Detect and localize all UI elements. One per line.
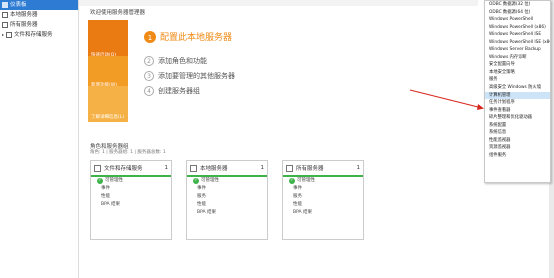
annotation-arrow [409, 89, 484, 110]
card-row-events[interactable]: 事件 [187, 185, 267, 193]
servers-icon [2, 22, 8, 28]
sidebar-item-local-server[interactable]: 本地服务器 [0, 10, 78, 20]
status-label: 可管理性 [201, 178, 219, 183]
arrow-line [409, 89, 483, 109]
menu-item-local-security-policy[interactable]: 本地安全策略 [485, 69, 550, 77]
card-row-services[interactable]: 服务 [187, 193, 267, 201]
step-link[interactable]: 配置此本地服务器 [160, 30, 232, 43]
menu-item-odbc-64[interactable]: ODBC 数据源(64 位) [485, 9, 550, 17]
quick-start-tab[interactable]: 快速启动(Q) [88, 20, 128, 60]
card-row-services[interactable]: 服务 [283, 193, 363, 201]
menu-item-powershell[interactable]: Windows PowerShell [485, 16, 550, 24]
menu-item-defrag[interactable]: 碎片整理和优化驱动器 [485, 114, 550, 122]
menu-item-powershell-x86[interactable]: Windows PowerShell (x86) [485, 24, 550, 32]
server-icon [190, 164, 197, 172]
menu-item-event-viewer[interactable]: 事件查看器 [485, 107, 550, 115]
menu-item-powershell-ise[interactable]: Windows PowerShell ISE [485, 31, 550, 39]
step-number: 3 [144, 71, 154, 81]
servers-icon [286, 164, 293, 172]
card-row-events[interactable]: 事件 [283, 185, 363, 193]
step-add-servers[interactable]: 3 添加要管理的其他服务器 [144, 71, 235, 81]
sidebar-item-label: 仪表板 [10, 2, 27, 8]
menu-item-system-info[interactable]: 系统信息 [485, 129, 550, 137]
card-row-bpa[interactable]: BPA 结果 [91, 201, 171, 209]
menu-item-firewall[interactable]: 高级安全 Windows 防火墙 [485, 84, 550, 92]
menu-item-performance-monitor[interactable]: 性能监视器 [485, 137, 550, 145]
dashboard-icon [2, 2, 8, 8]
menu-item-services[interactable]: 服务 [485, 76, 550, 84]
card-row-bpa[interactable]: BPA 结果 [283, 209, 363, 217]
whats-new-tab[interactable]: 新增功能(W) [88, 56, 128, 90]
arrow-head [477, 104, 484, 110]
step-number: 2 [144, 56, 154, 66]
manageability-row[interactable]: ✓ 可管理性 [283, 177, 363, 185]
menu-item-task-scheduler[interactable]: 任务计划程序 [485, 99, 550, 107]
step-configure-local-server[interactable]: 1 配置此本地服务器 [144, 30, 232, 43]
manageability-row[interactable]: ✓ 可管理性 [91, 177, 171, 185]
menu-item-memory-diagnostic[interactable]: Windows 内存诊断 [485, 54, 550, 62]
card-count: 1 [356, 165, 361, 171]
card-count: 1 [260, 165, 265, 171]
card-count: 1 [164, 165, 169, 171]
sidebar-item-label: 本地服务器 [10, 12, 38, 18]
server-icon [2, 12, 8, 18]
menu-item-odbc-32[interactable]: ODBC 数据源(32 位) [485, 1, 550, 9]
step-link[interactable]: 添加要管理的其他服务器 [158, 71, 235, 81]
storage-icon [6, 32, 13, 38]
header-bar [78, 0, 478, 6]
step-number: 1 [144, 30, 156, 43]
menu-item-system-config[interactable]: 系统配置 [485, 122, 550, 130]
card-title: 本地服务器 [200, 166, 228, 172]
role-card-file-storage[interactable]: 文件和存储服务 1 ✓ 可管理性 事件 性能 BPA 结果 [90, 160, 172, 240]
sidebar-item-label: 所有服务器 [10, 22, 38, 28]
menu-item-computer-management[interactable]: 计算机管理 [485, 91, 550, 100]
card-row-performance[interactable]: 性能 [283, 201, 363, 209]
card-header: 文件和存储服务 1 [91, 161, 171, 177]
menu-item-server-backup[interactable]: Windows Server Backup [485, 46, 550, 54]
storage-icon [94, 164, 101, 172]
welcome-tile: 快速启动(Q) 新增功能(W) 了解详细信息(L) 1 配置此本地服务器 2 添… [88, 20, 448, 124]
sidebar-item-all-servers[interactable]: 所有服务器 [0, 20, 78, 30]
tools-dropdown-menu: ODBC 数据源(32 位) ODBC 数据源(64 位) Windows Po… [484, 0, 551, 183]
menu-item-resource-monitor[interactable]: 资源监视器 [485, 144, 550, 152]
card-header: 本地服务器 1 [187, 161, 267, 177]
menu-item-component-services[interactable]: 组件服务 [485, 152, 550, 160]
page-title: 欢迎使用服务器管理器 [90, 10, 146, 16]
card-row-performance[interactable]: 性能 [187, 201, 267, 209]
card-row-events[interactable]: 事件 [91, 185, 171, 193]
check-icon: ✓ [289, 178, 295, 184]
role-card-local-server[interactable]: 本地服务器 1 ✓ 可管理性 事件 服务 性能 BPA 结果 [186, 160, 268, 240]
sidebar-item-dashboard[interactable]: 仪表板 [0, 0, 78, 10]
step-link[interactable]: 添加角色和功能 [158, 56, 207, 66]
card-row-performance[interactable]: 性能 [91, 193, 171, 201]
step-link[interactable]: 创建服务器组 [158, 86, 200, 96]
menu-item-security-wizard[interactable]: 安全配置向导 [485, 61, 550, 69]
learn-more-tab[interactable]: 了解详细信息(L) [88, 86, 128, 122]
check-icon: ✓ [97, 178, 103, 184]
chevron-right-icon: ▸ [2, 32, 5, 37]
status-label: 可管理性 [105, 178, 123, 183]
status-label: 可管理性 [297, 178, 315, 183]
card-row-bpa[interactable]: BPA 结果 [187, 209, 267, 217]
menu-item-powershell-ise-x86[interactable]: Windows PowerShell ISE (x86) [485, 39, 550, 47]
learn-more-label: 了解详细信息(L) [91, 115, 125, 120]
sidebar-item-label: 文件和存储服务 [14, 32, 53, 38]
roles-section-subtitle: 角色: 1 | 服务器组: 1 | 服务器总数: 1 [90, 150, 166, 155]
role-card-all-servers[interactable]: 所有服务器 1 ✓ 可管理性 事件 服务 性能 BPA 结果 [282, 160, 364, 240]
card-title: 文件和存储服务 [104, 166, 143, 172]
card-title: 所有服务器 [296, 166, 324, 172]
check-icon: ✓ [193, 178, 199, 184]
step-number: 4 [144, 86, 154, 96]
card-header: 所有服务器 1 [283, 161, 363, 177]
sidebar-item-file-storage[interactable]: ▸ 文件和存储服务 [0, 30, 78, 40]
step-create-server-group[interactable]: 4 创建服务器组 [144, 86, 200, 96]
step-add-roles[interactable]: 2 添加角色和功能 [144, 56, 207, 66]
manageability-row[interactable]: ✓ 可管理性 [187, 177, 267, 185]
sidebar: 仪表板 本地服务器 所有服务器 ▸ 文件和存储服务 [0, 0, 79, 278]
